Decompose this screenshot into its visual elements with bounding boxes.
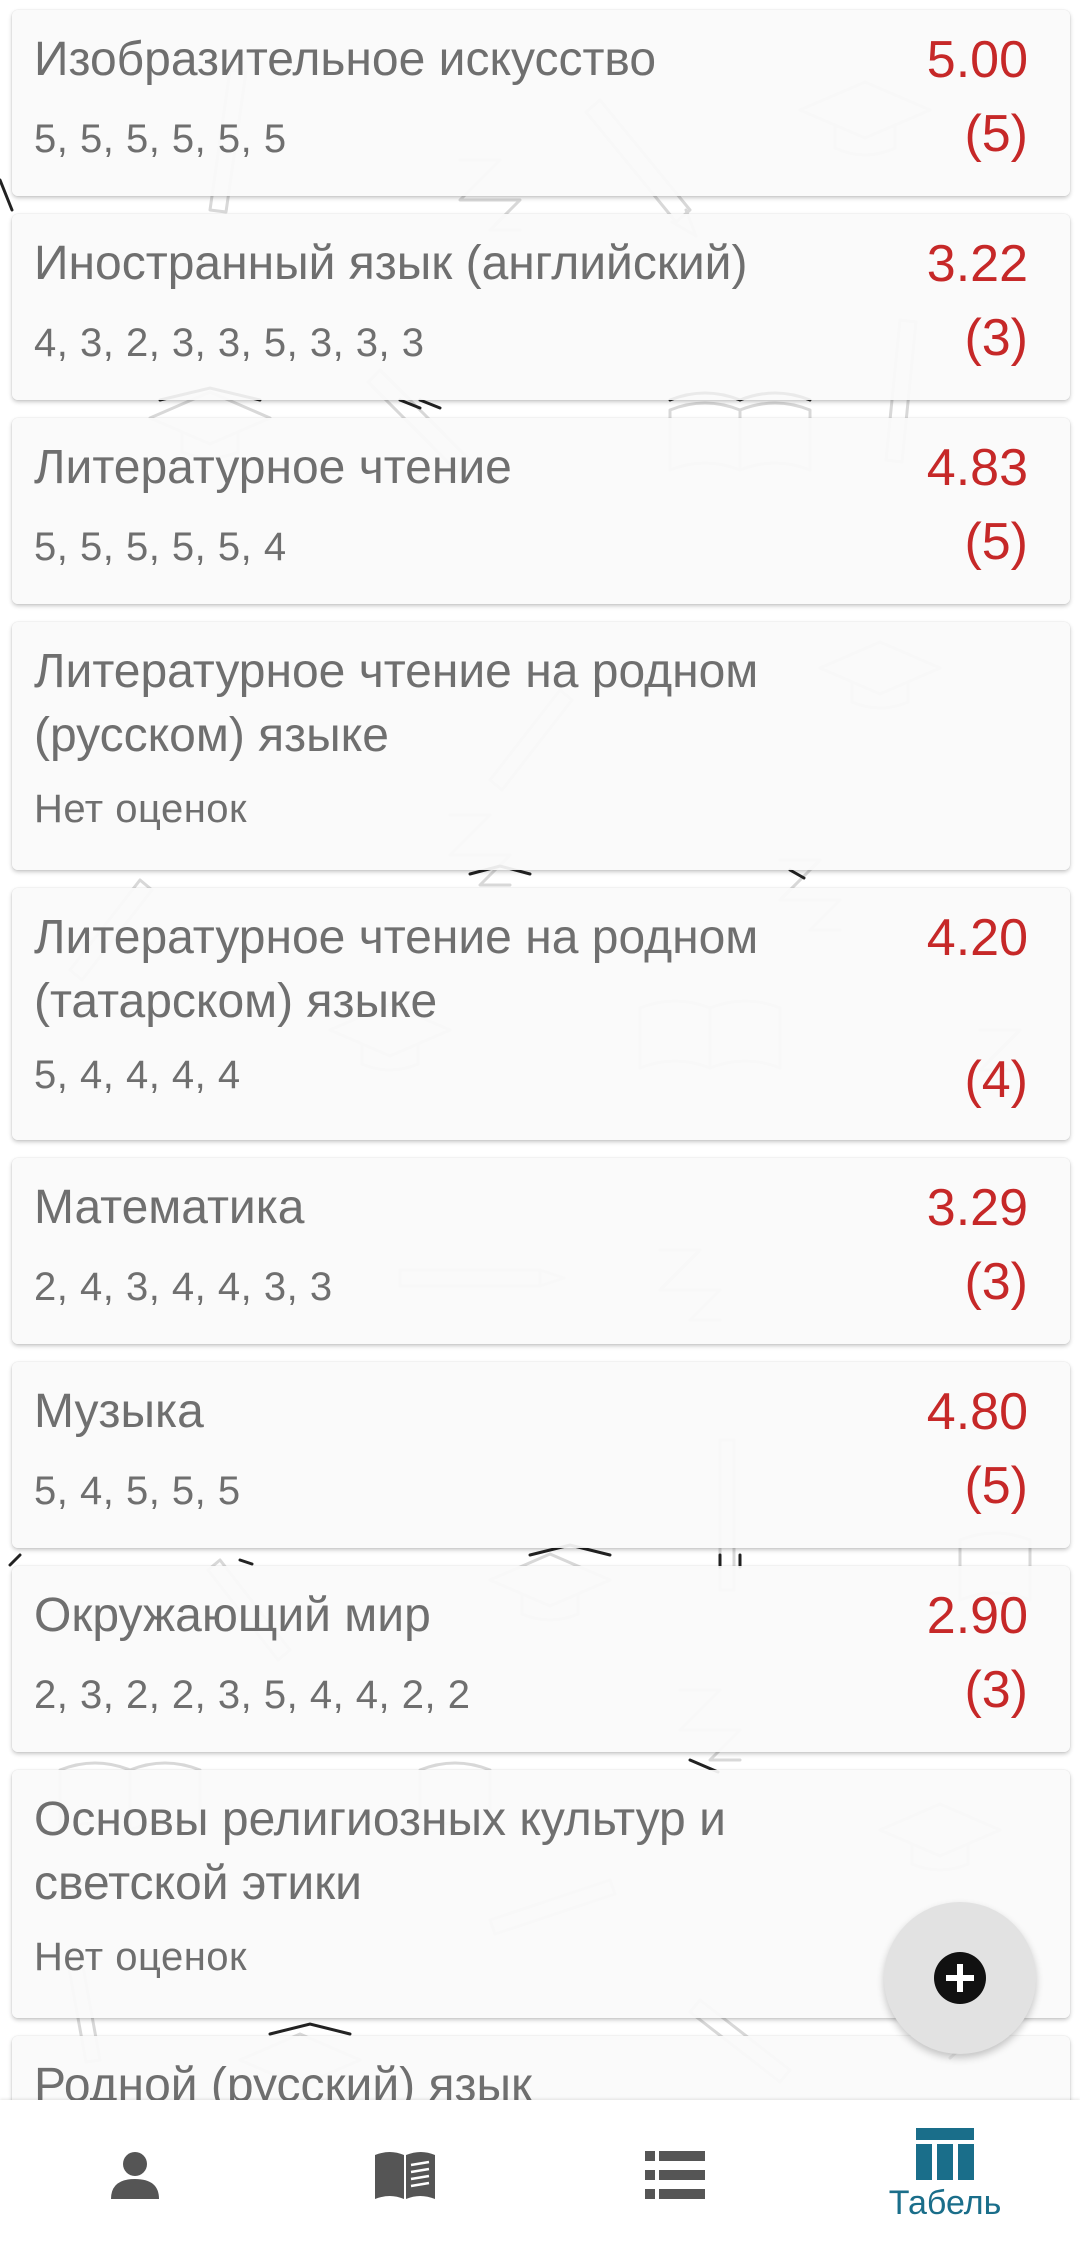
subject-card[interactable]: Математика 2, 4, 3, 4, 4, 3, 3 3.29 (3) <box>12 1158 1070 1344</box>
subject-name: Литературное чтение на родном (русском) … <box>34 645 759 762</box>
plus-circle-icon <box>934 1952 986 2004</box>
final-grade: (3) <box>964 309 1028 367</box>
subject-name: Литературное чтение <box>34 441 512 494</box>
subject-name: Иностранный язык (английский) <box>34 237 748 290</box>
subject-name: Родной (русский) язык <box>34 2059 532 2100</box>
grades-list: 5, 4, 5, 5, 5 <box>34 1469 241 1513</box>
subject-card[interactable]: Литературное чтение на родном (русском) … <box>12 622 1070 870</box>
final-grade: (3) <box>964 1253 1028 1311</box>
grades-list: 5, 5, 5, 5, 5, 5 <box>34 117 287 161</box>
subject-card[interactable]: Родной (русский) язык <box>12 2036 1070 2100</box>
subject-name: Окружающий мир <box>34 1589 431 1642</box>
final-grade: (5) <box>964 105 1028 163</box>
person-icon <box>111 2152 159 2199</box>
nav-item-report-card[interactable]: Табель <box>810 2100 1080 2250</box>
list-icon <box>645 2151 705 2199</box>
grades-list: 2, 3, 2, 2, 3, 5, 4, 4, 2, 2 <box>34 1673 471 1717</box>
average-grade: 4.83 <box>926 439 1028 497</box>
subject-name: Музыка <box>34 1385 204 1438</box>
subject-card[interactable]: Литературное чтение на родном (татарском… <box>12 888 1070 1140</box>
subject-card[interactable]: Музыка 5, 4, 5, 5, 5 4.80 (5) <box>12 1362 1070 1548</box>
average-grade: 4.20 <box>926 909 1028 967</box>
final-grade: (3) <box>964 1661 1028 1719</box>
table-icon <box>916 2127 974 2180</box>
book-icon <box>375 2152 435 2199</box>
average-grade: 3.29 <box>926 1179 1028 1237</box>
add-button[interactable] <box>884 1902 1036 2054</box>
final-grade: (4) <box>964 1051 1028 1109</box>
subject-name: Литературное чтение на родном (татарском… <box>34 911 759 1028</box>
subject-card[interactable]: Иностранный язык (английский) 4, 3, 2, 3… <box>12 214 1070 400</box>
subject-card[interactable]: Окружающий мир 2, 3, 2, 2, 3, 5, 4, 4, 2… <box>12 1566 1070 1752</box>
subject-card[interactable]: Изобразительное искусство 5, 5, 5, 5, 5,… <box>12 10 1070 196</box>
subject-name: Математика <box>34 1181 305 1234</box>
grades-list: Нет оценок <box>34 1935 248 1979</box>
grades-list: 5, 4, 4, 4, 4 <box>34 1053 241 1097</box>
nav-item-diary[interactable] <box>270 2100 540 2250</box>
nav-item-list[interactable] <box>540 2100 810 2250</box>
subject-card[interactable]: Литературное чтение 5, 5, 5, 5, 5, 4 4.8… <box>12 418 1070 604</box>
nav-label-report-card: Табель <box>888 2183 1002 2222</box>
average-grade: 2.90 <box>926 1587 1028 1645</box>
final-grade: (5) <box>964 513 1028 571</box>
bottom-navigation: Табель <box>0 2100 1080 2250</box>
grades-list: 4, 3, 2, 3, 3, 5, 3, 3, 3 <box>34 321 425 365</box>
grades-screen: Изобразительное искусство 5, 5, 5, 5, 5,… <box>0 0 1080 2250</box>
subject-name: Изобразительное искусство <box>34 33 657 86</box>
subject-list[interactable]: Изобразительное искусство 5, 5, 5, 5, 5,… <box>0 0 1080 2100</box>
subject-name: Основы религиозных культур и светской эт… <box>34 1793 726 1910</box>
average-grade: 5.00 <box>926 31 1028 89</box>
grades-list: Нет оценок <box>34 787 248 831</box>
average-grade: 3.22 <box>926 235 1028 293</box>
grades-list: 2, 4, 3, 4, 4, 3, 3 <box>34 1265 333 1309</box>
average-grade: 4.80 <box>926 1383 1028 1441</box>
grades-list: 5, 5, 5, 5, 5, 4 <box>34 525 287 569</box>
nav-item-profile[interactable] <box>0 2100 270 2250</box>
final-grade: (5) <box>964 1457 1028 1515</box>
